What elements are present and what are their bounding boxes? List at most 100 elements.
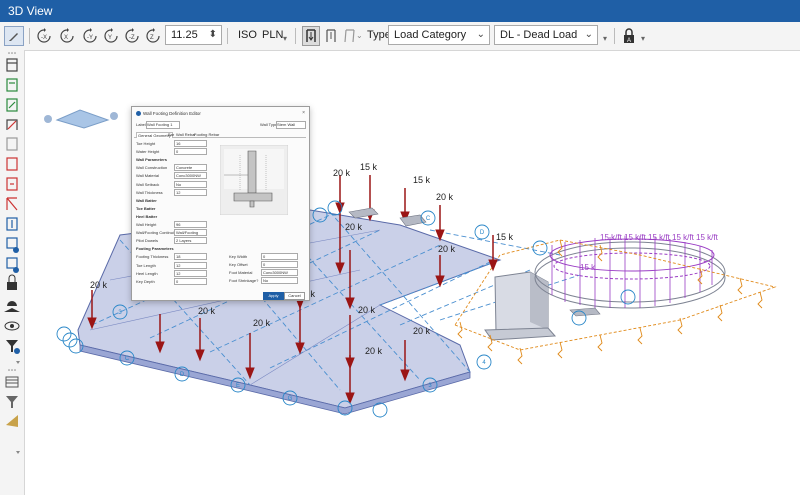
wall-type-select[interactable]: Stem Wall bbox=[276, 121, 306, 129]
field-input[interactable]: 0 bbox=[261, 253, 298, 260]
field-label: Toe Length bbox=[136, 262, 156, 268]
dialog-tabs: General Geometry Bar Wall Rebar Footing … bbox=[134, 131, 306, 138]
field-input[interactable]: 16 bbox=[174, 140, 207, 147]
dialog-field-row: Key Offset 0 bbox=[229, 261, 307, 269]
rotate-pos-y-icon[interactable]: Y bbox=[102, 26, 120, 46]
field-input[interactable]: Conc3000NW bbox=[174, 172, 207, 180]
field-input[interactable]: 12 bbox=[174, 188, 207, 196]
view-cube[interactable] bbox=[44, 109, 118, 129]
field-label: Wall Setback bbox=[136, 181, 160, 187]
load-category-value: Load Category bbox=[394, 29, 467, 41]
field-label: Wall Batter bbox=[136, 197, 157, 203]
load-display-icon[interactable] bbox=[322, 26, 340, 46]
dialog-field-row: Toe Length 12 bbox=[136, 261, 214, 269]
wall-footing-dialog[interactable]: Wall Footing Definition Editor × Label W… bbox=[131, 106, 310, 301]
dialog-field-row: Toe Height 16 bbox=[136, 140, 214, 147]
svg-text:20 k: 20 k bbox=[253, 318, 271, 328]
dialog-field-row: Key Width 0 bbox=[229, 253, 307, 260]
edit-mode-icon[interactable] bbox=[4, 26, 24, 46]
dialog-field-row: Wall Material Conc3000NW bbox=[136, 172, 214, 180]
svg-text:C: C bbox=[125, 356, 130, 362]
field-input[interactable]: 2 Layers bbox=[174, 237, 207, 245]
field-label: Water Height bbox=[136, 149, 160, 155]
rotate-neg-x-icon[interactable]: -X bbox=[35, 26, 53, 46]
field-label: Wall Thickness bbox=[136, 189, 163, 195]
spinner-icon[interactable]: ⬍ bbox=[209, 26, 217, 44]
svg-text:15 k/ft 15 k/ft 15 k/ft 15 k/f: 15 k/ft 15 k/ft 15 k/ft 15 k/ft 15 k/ft bbox=[600, 233, 719, 242]
field-input[interactable]: No bbox=[261, 277, 298, 285]
load-case-select[interactable]: DL - Dead Load ⌄ bbox=[494, 25, 598, 45]
field-label: Wall Parameters bbox=[136, 157, 167, 163]
svg-text:20 k: 20 k bbox=[438, 244, 456, 254]
svg-text:-X: -X bbox=[41, 35, 47, 41]
plan-view-button[interactable]: PLN bbox=[262, 29, 283, 41]
field-label: Key Offset bbox=[229, 262, 248, 268]
field-input[interactable]: 12 bbox=[174, 269, 207, 277]
circular-tank[interactable]: 15 k/ft 15 k/ft 15 k/ft 15 k/ft 15 k/ft … bbox=[534, 233, 726, 309]
left-toolbar-icons[interactable] bbox=[0, 50, 24, 495]
dialog-title: Wall Footing Definition Editor bbox=[143, 111, 201, 116]
lock-dropdown-icon[interactable]: ▾ bbox=[641, 34, 645, 43]
dialog-app-icon bbox=[136, 111, 141, 116]
cancel-button[interactable]: Cancel bbox=[284, 292, 305, 300]
tab-bar[interactable]: Bar bbox=[168, 132, 174, 137]
chevron-down-icon: ⌄ bbox=[584, 29, 593, 40]
iso-view-button[interactable]: ISO bbox=[238, 29, 257, 41]
field-label: Toe Batter bbox=[136, 205, 156, 211]
dialog-field-row: Foot Shrinkage? No bbox=[229, 277, 307, 285]
load-category-select[interactable]: Load Category ⌄ bbox=[388, 25, 490, 45]
field-label: Wall Height bbox=[136, 222, 157, 227]
apply-button[interactable]: Apply bbox=[263, 292, 284, 300]
rotate-neg-y-icon[interactable]: -Y bbox=[81, 26, 99, 46]
view-dropdown-icon[interactable]: ▾ bbox=[283, 34, 287, 43]
svg-text:E: E bbox=[236, 383, 240, 389]
dialog-field-row: Wall Construction Concrete bbox=[136, 164, 214, 172]
svg-text:A: A bbox=[627, 38, 631, 44]
field-input[interactable]: 0 bbox=[261, 261, 298, 269]
dialog-field-row: Wall Batter bbox=[136, 197, 214, 204]
field-input[interactable]: 0 bbox=[174, 148, 207, 156]
field-input[interactable]: 12 bbox=[174, 261, 207, 269]
show-loads-icon[interactable] bbox=[302, 26, 320, 46]
rotate-pos-z-icon[interactable]: Z bbox=[144, 26, 162, 46]
field-input[interactable]: 0 bbox=[174, 277, 207, 285]
field-label: Pilot Dowels bbox=[136, 238, 159, 244]
svg-text:20 k: 20 k bbox=[413, 326, 431, 336]
svg-text:20 k: 20 k bbox=[90, 280, 108, 290]
rotate-pos-x-icon[interactable]: X bbox=[58, 26, 76, 46]
dialog-field-row: Water Height 0 bbox=[136, 148, 214, 156]
type-dropdown-icon[interactable]: ▾ bbox=[603, 34, 607, 43]
field-input[interactable]: No bbox=[174, 180, 207, 188]
field-label: Heel Batter bbox=[136, 213, 158, 219]
svg-text:-Y: -Y bbox=[87, 35, 93, 41]
left-toolbar bbox=[0, 50, 25, 495]
field-input[interactable]: 96 bbox=[174, 221, 207, 228]
dialog-field-row: Key Depth 0 bbox=[136, 277, 214, 285]
field-input[interactable]: Concrete bbox=[174, 164, 207, 172]
dialog-field-row: Wall/Footing Continuity Wall/Footing bbox=[136, 229, 214, 237]
shear-wall[interactable] bbox=[484, 271, 557, 341]
label-input[interactable]: Wall Footing 1 bbox=[146, 121, 180, 129]
field-label: Foot Material bbox=[229, 270, 253, 276]
tab-wall-rebar[interactable]: Wall Rebar bbox=[176, 132, 196, 137]
svg-text:20 k: 20 k bbox=[365, 346, 383, 356]
dialog-field-row: Footing Parameters bbox=[136, 245, 214, 252]
lock-icon[interactable]: A bbox=[620, 26, 638, 46]
rotate-neg-z-icon[interactable]: -Z bbox=[123, 26, 141, 46]
close-icon[interactable]: × bbox=[302, 110, 305, 116]
dialog-field-row: Foot Material Conc3000NW bbox=[229, 269, 307, 277]
load-options-icon[interactable]: ⌄ bbox=[356, 31, 363, 40]
main-toolbar: -X X -Y Y -Z Z 11.25 ⬍ ISO PLN ▾ ⌄ Type … bbox=[0, 22, 800, 51]
tab-footing-rebar[interactable]: Footing Rebar bbox=[194, 132, 219, 137]
field-input[interactable]: Conc3000NW bbox=[261, 269, 298, 277]
field-label: Foot Shrinkage? bbox=[229, 278, 259, 284]
rotation-angle-input[interactable]: 11.25 ⬍ bbox=[165, 25, 222, 45]
svg-text:15 k: 15 k bbox=[360, 162, 378, 172]
field-input[interactable]: Wall/Footing bbox=[174, 229, 207, 237]
wall-type-caption: Wall Type bbox=[260, 122, 278, 127]
svg-text:20 k: 20 k bbox=[358, 305, 376, 315]
field-label: Key Width bbox=[229, 254, 248, 259]
dialog-field-row: Wall Height 96 bbox=[136, 221, 214, 228]
field-input[interactable]: 18 bbox=[174, 253, 207, 261]
dialog-field-row: Wall Parameters bbox=[136, 156, 214, 163]
